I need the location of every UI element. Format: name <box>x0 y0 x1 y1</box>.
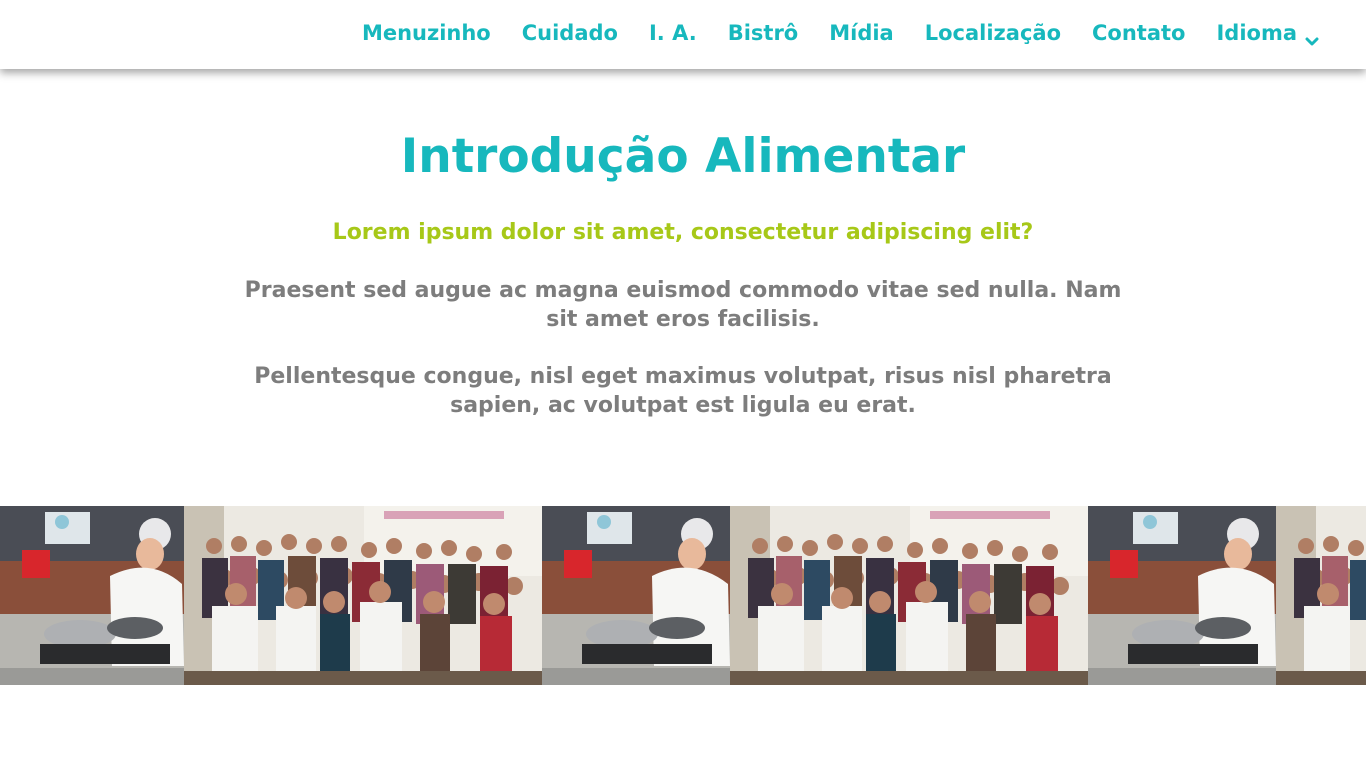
nav-item-label: Mídia <box>829 21 894 45</box>
page-title: Introdução Alimentar <box>400 129 966 184</box>
nav-item-label: Cuidado <box>521 21 618 45</box>
nav-item-bistro[interactable]: Bistrô <box>728 21 799 45</box>
nav-item-label: Localização <box>924 21 1061 45</box>
body-paragraph-1: Praesent sed augue ac magna euismod comm… <box>244 278 1122 332</box>
chevron-down-icon <box>1305 28 1319 46</box>
main-content: Introdução Alimentar Lorem ipsum dolor s… <box>0 69 1366 420</box>
kitchen-chef-photo <box>0 506 184 685</box>
top-navbar: Menuzinho Cuidado I. A. Bistrô Mídia Loc… <box>0 0 1366 69</box>
nav-item-label: I. A. <box>648 21 697 45</box>
nav-item-midia[interactable]: Mídia <box>829 21 894 45</box>
kitchen-chef-photo <box>1088 506 1276 685</box>
language-dropdown-label: Idioma <box>1216 21 1297 45</box>
group-photo <box>1276 506 1366 685</box>
nav-item-label: Bistrô <box>727 21 799 45</box>
nav-item-label: Menuzinho <box>361 21 491 45</box>
group-photo <box>730 506 1088 685</box>
language-dropdown[interactable]: Idioma <box>1216 21 1319 46</box>
body-paragraph-2: Pellentesque congue, nisl eget maximus v… <box>254 364 1112 418</box>
nav-item-label: Contato <box>1092 21 1186 45</box>
group-photo <box>184 506 542 685</box>
kitchen-chef-photo <box>542 506 730 685</box>
nav-item-menuzinho[interactable]: Menuzinho <box>362 21 491 45</box>
nav-item-ia[interactable]: I. A. <box>649 21 697 45</box>
nav-item-contato[interactable]: Contato <box>1092 21 1185 45</box>
section-subtitle: Lorem ipsum dolor sit amet, consectetur … <box>332 220 1034 245</box>
nav-item-localizacao[interactable]: Localização <box>925 21 1061 45</box>
nav-menu: Menuzinho Cuidado I. A. Bistrô Mídia Loc… <box>331 0 1319 66</box>
nav-item-cuidado[interactable]: Cuidado <box>522 21 618 45</box>
photo-gallery-strip <box>0 506 1366 685</box>
